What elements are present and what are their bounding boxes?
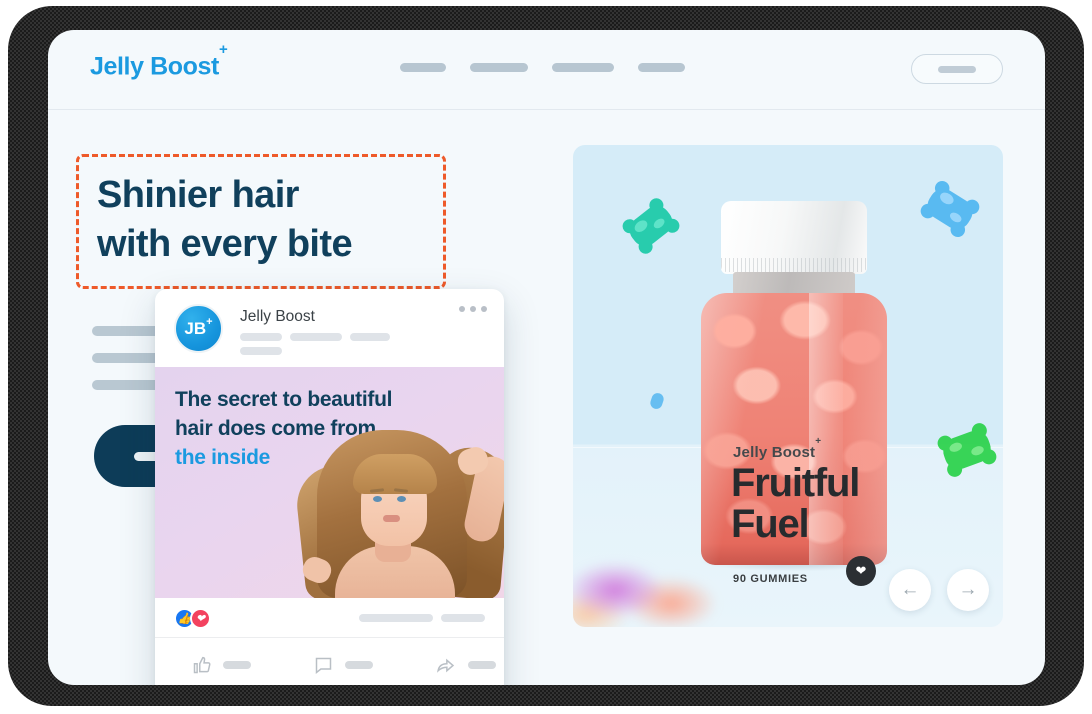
bottle-count: 90 GUMMIES — [733, 573, 808, 585]
arrow-right-icon: → — [958, 579, 978, 600]
screenshot-scene: Jelly Boost+ Shinier hair with every bit… — [0, 0, 1092, 714]
ellipsis-icon[interactable] — [459, 306, 487, 312]
avatar-plus: + — [206, 315, 213, 328]
page-headline: Shinier hair with every bite — [97, 171, 425, 268]
bottle-brand-text: Jelly Boost — [733, 444, 816, 461]
product-image-card: Jelly Boost+ Fruitful Fuel 90 GUMMIES ❤ … — [573, 145, 1003, 627]
like-action[interactable] — [191, 655, 251, 676]
reaction-bar-1 — [359, 614, 433, 622]
bottle-title-line-2: Fuel — [731, 502, 810, 547]
bottle-title-line-1: Fruitful — [731, 461, 860, 505]
social-actions-row — [155, 638, 504, 685]
product-bottle: Jelly Boost+ Fruitful Fuel 90 GUMMIES ❤ — [661, 201, 931, 591]
navbar-cta-label-placeholder — [938, 65, 976, 73]
social-meta-placeholder-2 — [240, 347, 282, 355]
post-copy-line-1: The secret to beautiful — [175, 388, 393, 411]
reaction-icons[interactable]: 👍 ❤ — [174, 608, 211, 629]
meta-bar-2 — [290, 333, 342, 341]
headline-line-2: with every bite — [97, 222, 353, 265]
nav-links — [400, 63, 685, 72]
social-post-media: The secret to beautiful hair does come f… — [155, 367, 504, 598]
carousel-controls: ← → — [889, 569, 989, 611]
heart-icon: ❤ — [846, 556, 876, 586]
meta-bar-1 — [240, 333, 282, 341]
gummy-bear-lime — [930, 416, 1003, 484]
headline-line-1: Shinier hair — [97, 174, 299, 216]
bottle-title: Fruitful Fuel — [731, 461, 891, 547]
like-label-placeholder — [223, 661, 251, 669]
bottle-brand: Jelly Boost+ — [733, 436, 821, 461]
comment-label-placeholder — [345, 661, 373, 669]
nav-link-3[interactable] — [552, 63, 614, 72]
arrow-left-icon: ← — [900, 579, 920, 600]
share-icon — [437, 658, 455, 673]
bottle-brand-plus: + — [815, 436, 822, 447]
gummy-bear-blue — [913, 173, 988, 244]
social-post-card: JB+ Jelly Boost The secret to beautiful — [155, 289, 504, 685]
comment-action[interactable] — [313, 655, 373, 676]
social-page-name[interactable]: Jelly Boost — [240, 308, 315, 326]
nav-link-2[interactable] — [470, 63, 528, 72]
logo-plus: + — [218, 40, 228, 58]
model-photo — [293, 428, 504, 598]
bottle-cap-ridge — [721, 258, 867, 272]
reaction-bar-2 — [441, 614, 485, 622]
meta-bar-3 — [350, 333, 390, 341]
navbar-cta-button[interactable] — [911, 54, 1003, 84]
comment-icon — [315, 657, 332, 674]
site-navbar: Jelly Boost+ — [48, 30, 1045, 110]
headline-selection-box[interactable]: Shinier hair with every bite — [76, 154, 446, 290]
carousel-next-button[interactable]: → — [947, 569, 989, 611]
meta-bar-4 — [240, 347, 282, 355]
logo-text: Jelly Boost — [90, 52, 219, 81]
love-reaction-icon: ❤ — [190, 608, 211, 629]
gummy-bear-small-blue — [646, 389, 667, 413]
website-page: Jelly Boost+ Shinier hair with every bit… — [48, 30, 1045, 685]
share-action[interactable] — [435, 655, 496, 676]
thumbs-up-icon — [193, 656, 211, 673]
reaction-count-placeholder — [359, 614, 485, 622]
site-logo[interactable]: Jelly Boost+ — [90, 41, 228, 81]
avatar: JB + — [174, 304, 223, 353]
gummy-bear-green — [615, 191, 687, 262]
social-meta-placeholder — [240, 333, 390, 341]
share-label-placeholder — [468, 661, 496, 669]
social-post-header: JB + Jelly Boost — [155, 289, 504, 367]
carousel-prev-button[interactable]: ← — [889, 569, 931, 611]
social-reactions-row: 👍 ❤ — [155, 598, 504, 638]
nav-link-1[interactable] — [400, 63, 446, 72]
avatar-initials: JB — [184, 318, 207, 338]
nav-link-4[interactable] — [638, 63, 685, 72]
